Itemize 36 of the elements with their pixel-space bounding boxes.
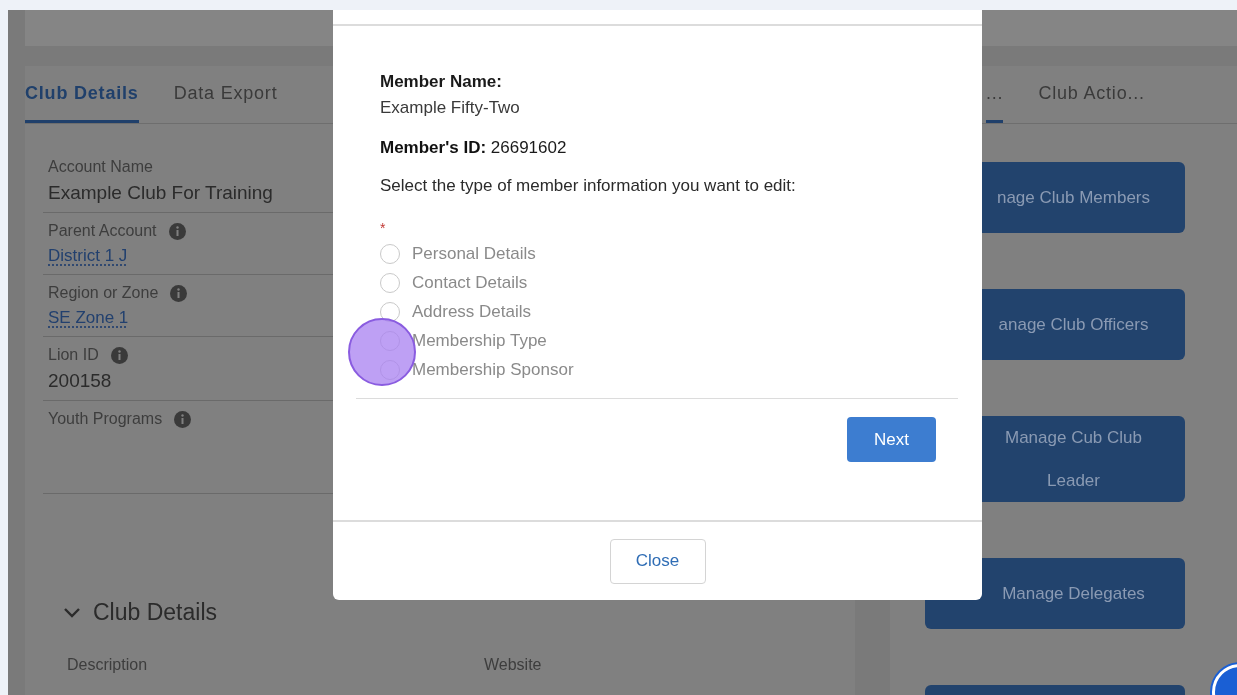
field-label: Website (484, 656, 543, 674)
tab[interactable]: Data Export (173, 66, 278, 123)
tab[interactable]: Club Details (25, 66, 139, 123)
member-name: Example Fifty-Two (380, 98, 521, 118)
field-label: Youth Programs (48, 410, 163, 428)
field-label: Account Name (48, 158, 153, 176)
radio-button[interactable] (380, 302, 400, 322)
info-icon[interactable] (170, 284, 188, 302)
section-title: Club Details (93, 599, 217, 626)
chevron-icon[interactable] (63, 606, 81, 619)
option-label[interactable]: Contact Details (412, 273, 528, 293)
member-name-label: Member Name: (380, 72, 503, 92)
info-icon[interactable] (174, 410, 192, 428)
tab[interactable]: Club Actio... (1038, 66, 1145, 123)
option-label[interactable]: Membership Sponsor (412, 360, 574, 380)
field-label: Lion ID (48, 346, 99, 364)
option-label[interactable]: Address Details (412, 302, 532, 322)
next-button[interactable]: Next (847, 417, 936, 462)
field-value: 200158 (48, 370, 112, 392)
radio-button[interactable] (380, 244, 400, 264)
field-label: Region or Zone (48, 284, 159, 302)
member-id: Member's ID: 26691602 (380, 138, 568, 158)
prompt-text: Select the type of member information you want to edit: (380, 176, 797, 196)
option-label[interactable]: Membership Type (412, 331, 547, 351)
field-link[interactable]: District 1 J (48, 246, 128, 266)
info-icon[interactable] (168, 222, 186, 240)
field-link[interactable]: SE Zone 1 (48, 308, 129, 328)
option-label[interactable]: Personal Details (412, 244, 536, 264)
tab[interactable]: ... (986, 66, 1004, 123)
field-label: Description (67, 656, 149, 674)
info-icon[interactable] (110, 346, 128, 364)
field-value: Example Club For Training (48, 182, 273, 204)
field-label: Parent Account (48, 222, 157, 240)
close-button[interactable]: Close (609, 538, 706, 584)
required-mark: * (380, 220, 386, 236)
radio-button[interactable] (380, 273, 400, 293)
